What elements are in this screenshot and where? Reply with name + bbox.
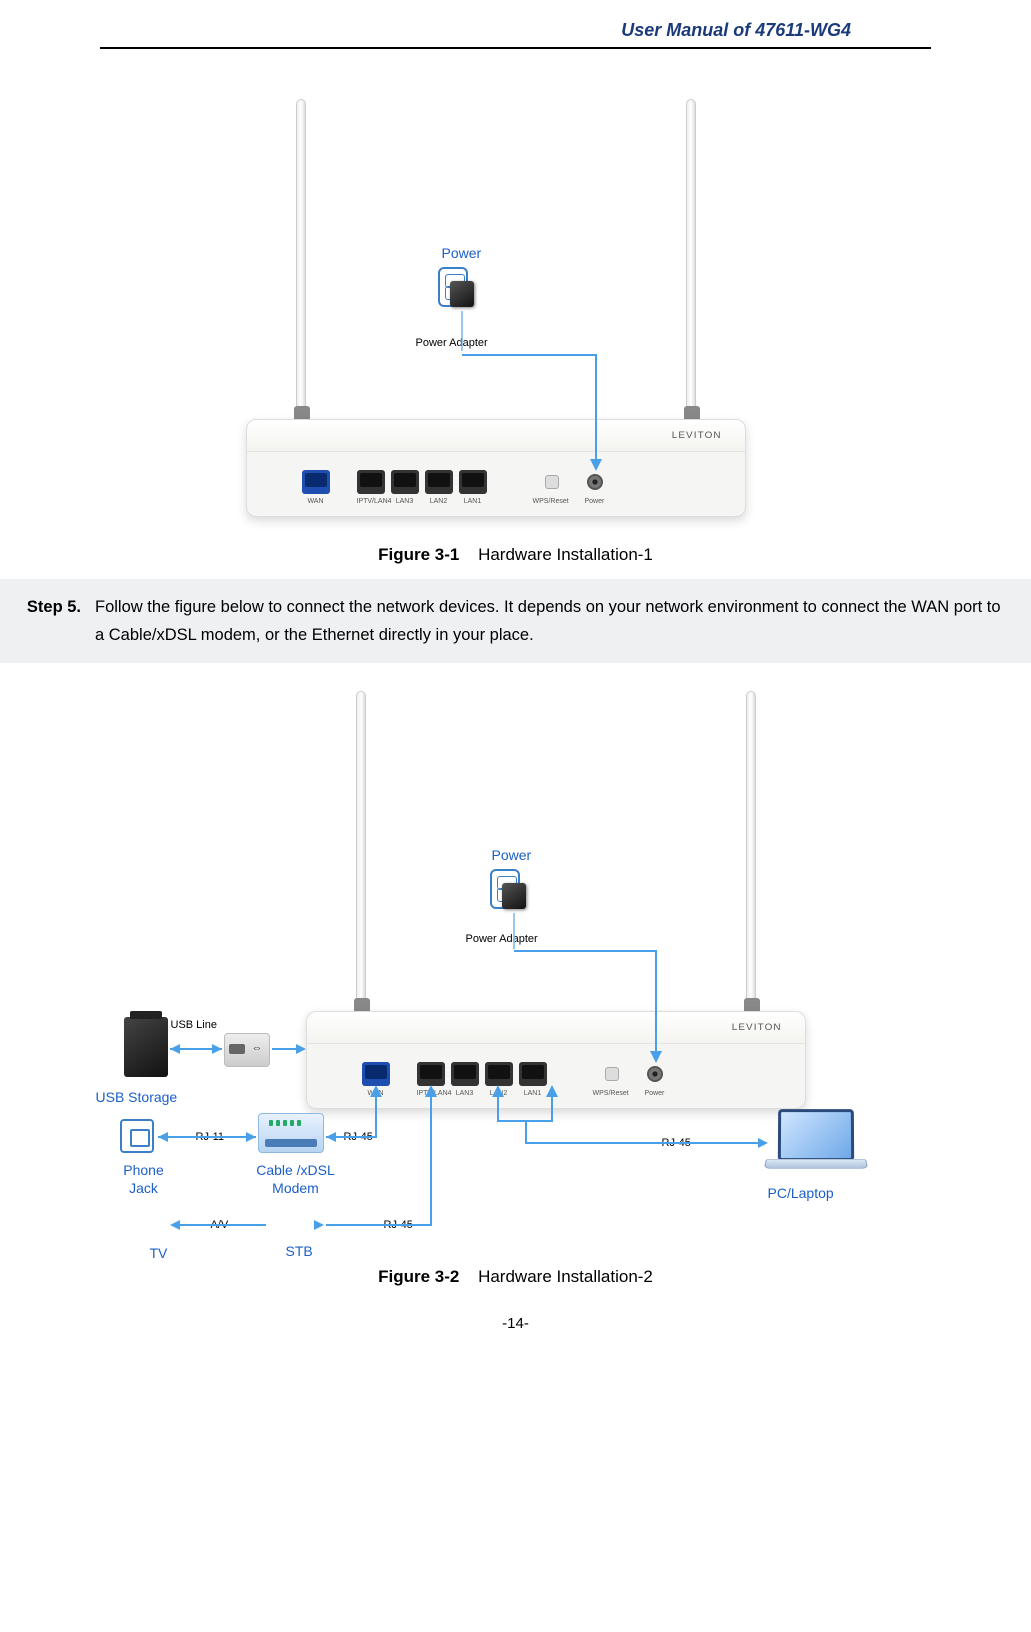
lan2-port (425, 470, 453, 494)
lan4-label: IPTV/LAN4 (357, 498, 385, 505)
power-jack (587, 474, 603, 490)
rj45-label-stb: RJ-45 (384, 1219, 413, 1231)
power-jack-label-2: Power (645, 1090, 665, 1097)
wps-label: WPS/Reset (533, 498, 569, 505)
lan-port-row-2 (417, 1062, 547, 1086)
wps-label-2: WPS/Reset (593, 1090, 629, 1097)
modem-label: Cable /xDSL Modem (246, 1161, 346, 1197)
power-label: Power (442, 245, 482, 261)
wan-port-label-2: WAN (362, 1090, 390, 1097)
wan-port-2 (362, 1062, 390, 1086)
lan2-label-2: LAN2 (485, 1090, 513, 1097)
router-body-2: LEVITON WAN IPTV/LAN4 LAN3 LAN2 LAN1 WPS… (306, 1011, 806, 1109)
modem-icon (258, 1113, 324, 1153)
step-5-label: Step 5. (0, 593, 95, 649)
lan4-port-2 (417, 1062, 445, 1086)
rj45-label-wan: RJ-45 (344, 1131, 373, 1143)
antenna-left (296, 99, 306, 409)
rj11-label: RJ-11 (196, 1131, 225, 1143)
wps-button-2 (605, 1067, 619, 1081)
power-label-2: Power (492, 847, 532, 863)
stb-label: STB (286, 1243, 313, 1259)
laptop-icon (766, 1109, 866, 1175)
usb-slot-icon: ⇔ (224, 1033, 270, 1067)
figure1-caption-text: Hardware Installation-1 (478, 545, 653, 564)
phone-jack-label: Phone Jack (114, 1161, 174, 1197)
lan-port-labels-2: IPTV/LAN4 LAN3 LAN2 LAN1 (417, 1090, 547, 1097)
brand-label-2: LEVITON (732, 1022, 782, 1032)
lan-port-labels: IPTV/LAN4 LAN3 LAN2 LAN1 (357, 498, 487, 505)
lan1-label-2: LAN1 (519, 1090, 547, 1097)
antenna-right-2 (746, 691, 756, 1001)
usb-symbol-icon: ⇔ (252, 1042, 263, 1054)
tv-label: TV (150, 1245, 168, 1261)
lan2-port-2 (485, 1062, 513, 1086)
wan-port-label: WAN (302, 498, 330, 505)
lan2-label: LAN2 (425, 498, 453, 505)
usb-storage-label: USB Storage (96, 1089, 178, 1105)
router-body: LEVITON WAN IPTV/LAN4 LAN3 LAN2 LAN1 (246, 419, 746, 517)
pc-laptop-label: PC/Laptop (768, 1185, 834, 1201)
antenna-right (686, 99, 696, 409)
lan3-port-2 (451, 1062, 479, 1086)
lan-port-row (357, 470, 487, 494)
lan4-port (357, 470, 385, 494)
page-number: -14- (60, 1315, 971, 1332)
usb-storage-icon (124, 1017, 168, 1077)
figure1-caption: Figure 3-1 Hardware Installation-1 (60, 545, 971, 565)
lan1-port (459, 470, 487, 494)
lan1-label: LAN1 (459, 498, 487, 505)
wps-button (545, 475, 559, 489)
page-header: User Manual of 47611-WG4 (60, 20, 971, 47)
wan-port (302, 470, 330, 494)
power-adapter-brick-2 (502, 883, 526, 909)
rj45-label-lan: RJ-45 (662, 1137, 691, 1149)
phone-jack-icon (120, 1119, 154, 1153)
usb-line-label: USB Line (171, 1019, 217, 1031)
power-jack-2 (647, 1066, 663, 1082)
lan3-label-2: LAN3 (451, 1090, 479, 1097)
figure-3-1: LEVITON WAN IPTV/LAN4 LAN3 LAN2 LAN1 (60, 59, 971, 565)
brand-label: LEVITON (672, 430, 722, 440)
lan3-label: LAN3 (391, 498, 419, 505)
figure1-caption-num: Figure 3-1 (378, 545, 459, 564)
step-5-box: Step 5. Follow the figure below to conne… (0, 579, 1031, 663)
lan4-label-2: IPTV/LAN4 (417, 1090, 445, 1097)
av-label: A/V (211, 1219, 229, 1231)
power-jack-label: Power (585, 498, 605, 505)
power-adapter-brick (450, 281, 474, 307)
power-adapter-label: Power Adapter (416, 337, 488, 349)
header-rule (100, 47, 931, 49)
figure-3-2: LEVITON WAN IPTV/LAN4 LAN3 LAN2 LAN1 WPS… (60, 671, 971, 1287)
power-adapter-label-2: Power Adapter (466, 933, 538, 945)
lan1-port-2 (519, 1062, 547, 1086)
lan3-port (391, 470, 419, 494)
antenna-left-2 (356, 691, 366, 1001)
step-5-text: Follow the figure below to connect the n… (95, 593, 1009, 649)
